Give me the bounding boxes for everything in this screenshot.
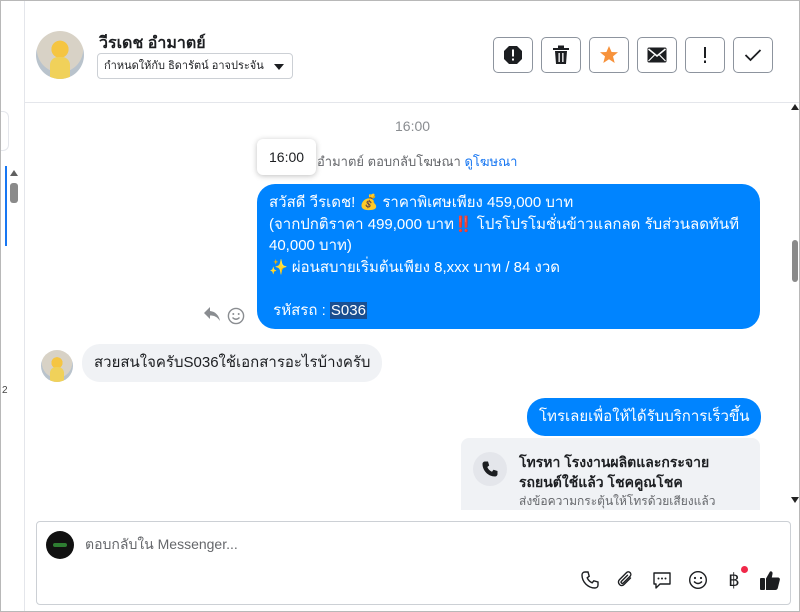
app-window: 2 วีรเดช อำมาตย์ กำหนดให้กับ ธิดารัตน์ อ… xyxy=(0,0,800,612)
conversation-header: วีรเดช อำมาตย์ กำหนดให้กับ ธิดารัตน์ อาจ… xyxy=(25,1,799,103)
left-scrollbar-thumb[interactable] xyxy=(10,183,18,203)
car-code-value: S036 xyxy=(329,301,367,319)
chevron-down-icon xyxy=(273,64,284,70)
thumbs-up-icon[interactable] xyxy=(759,569,781,591)
thread-scrollbar-thumb[interactable] xyxy=(792,240,798,282)
phone-icon[interactable] xyxy=(579,569,601,591)
message-line: สวัสดี วีรเดช! 💰 ราคาพิเศษเพียง 459,000 … xyxy=(269,194,574,211)
reply-input[interactable] xyxy=(85,536,585,552)
reply-icon[interactable] xyxy=(203,306,221,327)
phone-icon xyxy=(473,452,507,486)
done-button[interactable] xyxy=(733,37,773,73)
active-indicator xyxy=(5,166,7,246)
time-tooltip: 16:00 xyxy=(257,139,317,175)
message-thread: 16:00 16:00 อำมาตย์ ตอบกลับโฆษณา ดูโฆษณา… xyxy=(25,104,789,510)
paperclip-icon[interactable] xyxy=(615,569,637,591)
customer-message-bubble[interactable]: สวยสนใจครับS036ใช้เอกสารอะไรบ้างครับ xyxy=(82,344,383,382)
star-icon xyxy=(600,46,618,63)
composer-tools: ฿ xyxy=(579,566,781,591)
call-card-subtitle: ส่งข้อความกระตุ้นให้โทรด้วยเสียงแล้ว xyxy=(519,494,716,508)
thread-scrollbar[interactable] xyxy=(789,104,799,510)
left-strip-number: 2 xyxy=(2,385,8,396)
ad-reply-note: อำมาตย์ ตอบกลับโฆษณา ดูโฆษณา xyxy=(317,151,517,172)
spam-button[interactable] xyxy=(493,37,533,73)
notification-dot xyxy=(741,566,748,573)
call-cta-bubble[interactable]: โทรเลยเพื่อให้ได้รับบริการเร็วขึ้น xyxy=(527,398,762,436)
exclamation-icon xyxy=(704,47,706,63)
chat-bubble-icon[interactable] xyxy=(651,569,673,591)
envelope-icon xyxy=(647,47,667,63)
message-line: ✨ ผ่อนสบายเริ่มต้นเพียง 8,xxx บาท / 84 ง… xyxy=(269,258,560,276)
star-button[interactable] xyxy=(589,37,629,73)
header-actions xyxy=(493,37,773,73)
check-icon xyxy=(744,49,762,62)
call-card-title: โทรหา โรงงานผลิตและกระจายรถยนต์ใช้แล้ว โ… xyxy=(519,454,710,490)
scroll-down-arrow-icon[interactable] xyxy=(791,497,799,503)
left-panel-strip: 2 xyxy=(1,1,25,611)
mark-unread-button[interactable] xyxy=(637,37,677,73)
spam-icon xyxy=(504,46,522,64)
trash-icon xyxy=(553,45,569,64)
car-code-label: รหัสรถ : xyxy=(273,301,330,319)
call-card[interactable]: โทรหา โรงงานผลิตและกระจายรถยนต์ใช้แล้ว โ… xyxy=(461,438,760,510)
ad-reply-text: อำมาตย์ ตอบกลับโฆษณา xyxy=(317,154,461,169)
message-line: 40,000 บาท) xyxy=(269,237,352,254)
view-ad-link[interactable]: ดูโฆษณา xyxy=(464,154,517,169)
delete-button[interactable] xyxy=(541,37,581,73)
page-message-bubble[interactable]: สวัสดี วีรเดช! 💰 ราคาพิเศษเพียง 459,000 … xyxy=(257,184,760,329)
follow-up-button[interactable] xyxy=(685,37,725,73)
react-smiley-icon[interactable] xyxy=(227,307,245,330)
scroll-up-arrow-icon[interactable] xyxy=(791,104,799,110)
message-composer: ฿ xyxy=(36,521,791,605)
car-code-line: รหัสรถ : S036 xyxy=(269,300,748,322)
smiley-icon[interactable] xyxy=(687,569,709,591)
baht-symbol: ฿ xyxy=(728,569,740,590)
message-line: (จากปกติราคา 499,000 บาท‼️ โปรโปรโมชั่นข… xyxy=(269,215,739,233)
assignee-dropdown[interactable]: กำหนดให้กับ ธิดารัตน์ อาจประจัน xyxy=(97,53,293,79)
baht-icon[interactable]: ฿ xyxy=(723,566,748,591)
contact-avatar[interactable] xyxy=(36,31,84,79)
page-avatar xyxy=(46,531,74,559)
customer-avatar[interactable] xyxy=(41,350,73,382)
collapse-tab[interactable] xyxy=(1,111,9,151)
assignee-label: กำหนดให้กับ ธิดารัตน์ อาจประจัน xyxy=(104,60,264,72)
message-timestamp: 16:00 xyxy=(395,118,431,134)
scroll-up-arrow-icon[interactable] xyxy=(10,170,18,176)
